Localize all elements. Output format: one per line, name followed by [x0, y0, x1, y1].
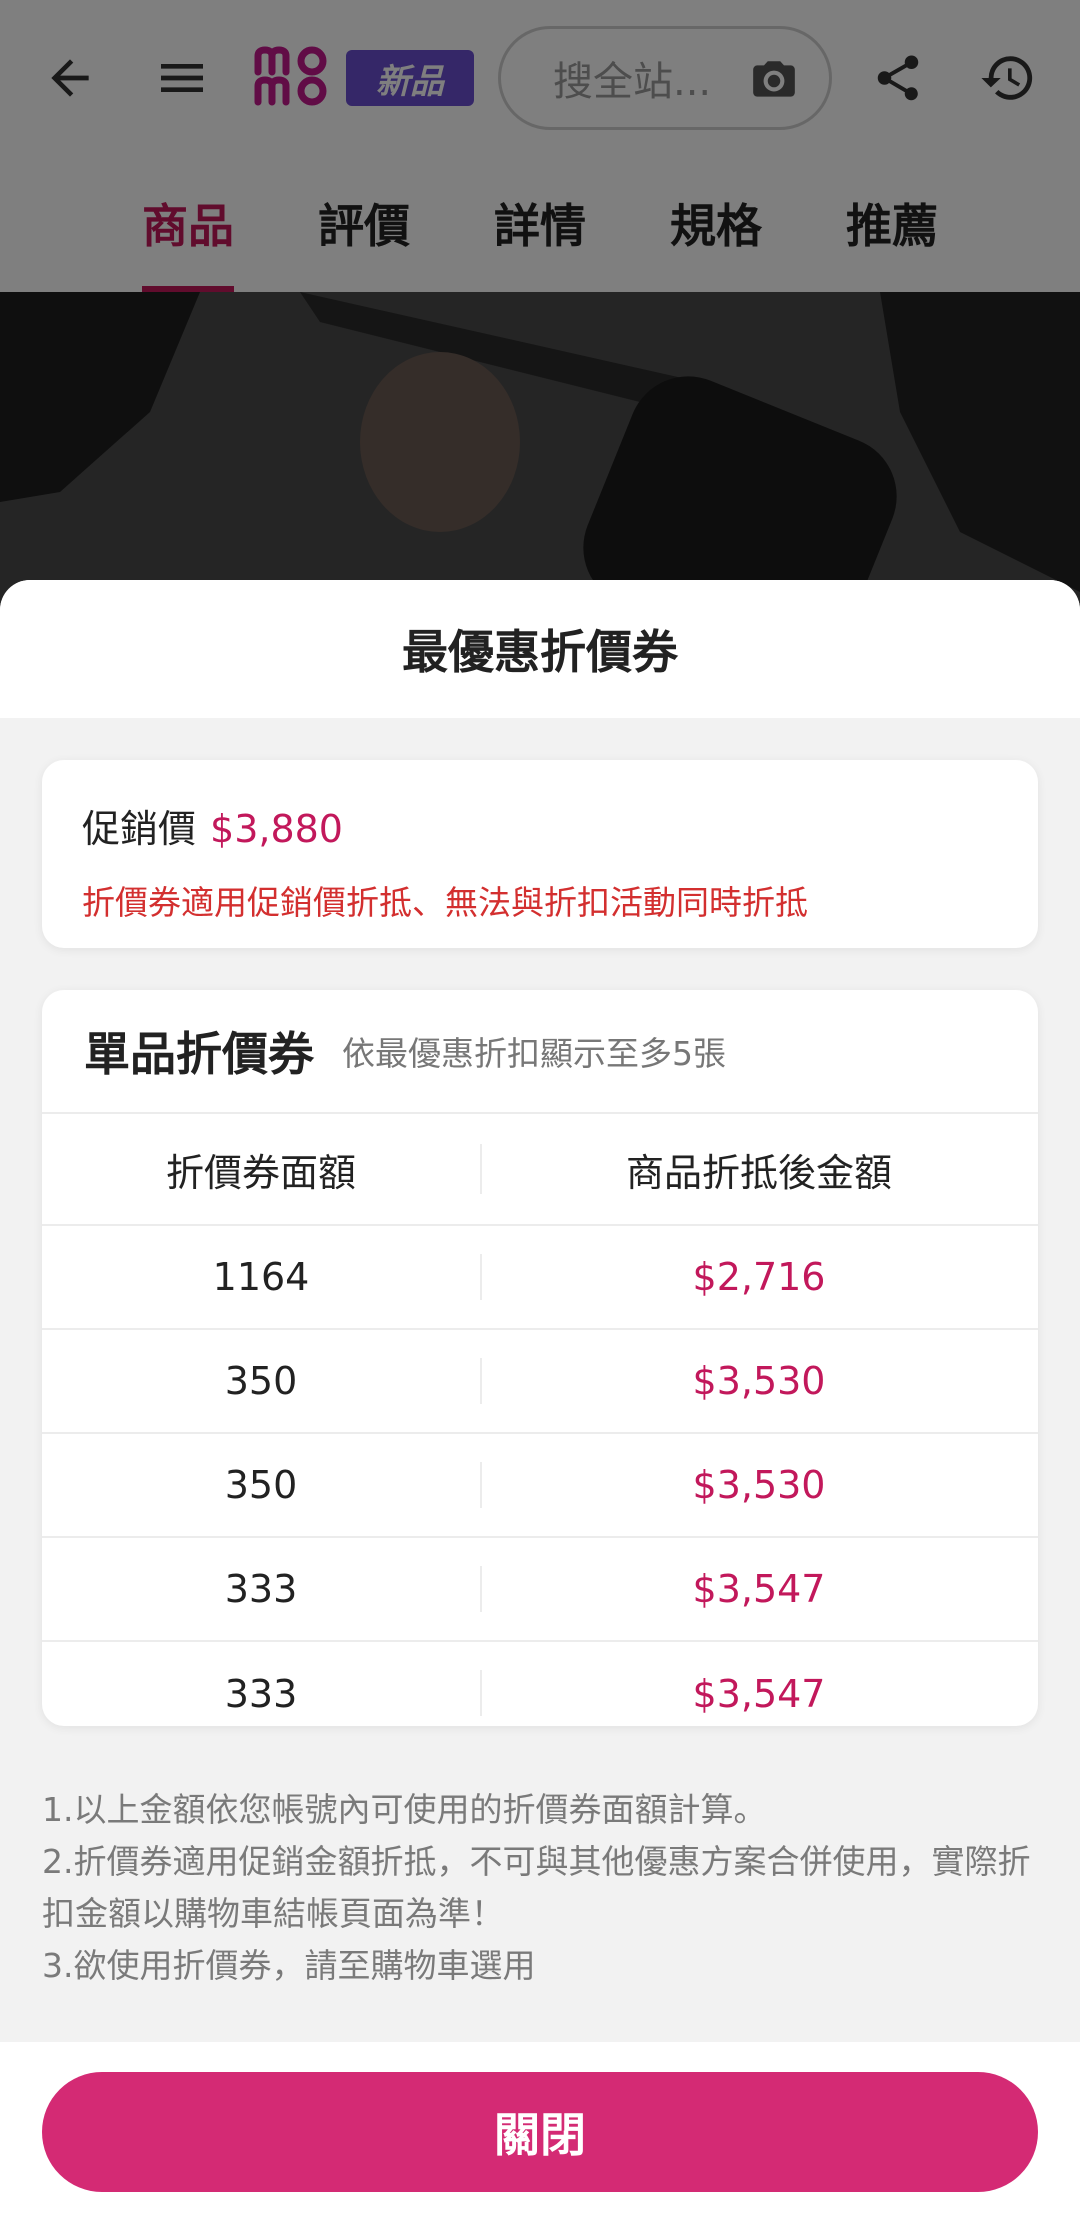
coupon-table-card: 單品折價券 依最優惠折扣顯示至多5張 折價券面額 商品折抵後金額 1164 $2…: [42, 990, 1038, 1726]
promo-price-value: $3,880: [210, 807, 343, 851]
note-line: 3.欲使用折價券，請至購物車選用: [42, 1946, 536, 1985]
table-row: 350 $3,530: [42, 1434, 1038, 1538]
table-row: 333 $3,547: [42, 1642, 1038, 1726]
promo-note: 折價券適用促銷價折抵、無法與折扣活動同時折抵: [82, 883, 808, 922]
price-after-coupon: $2,716: [692, 1255, 826, 1299]
coupon-column-headers: 折價券面額 商品折抵後金額: [42, 1114, 1038, 1226]
table-row: 350 $3,530: [42, 1330, 1038, 1434]
column-header-after: 商品折抵後金額: [625, 1150, 892, 1195]
coupon-amount: 1164: [212, 1255, 310, 1299]
price-after-coupon: $3,530: [692, 1359, 826, 1403]
coupon-notes: 1.以上金額依您帳號內可使用的折價券面額計算。 2.折價券適用促銷金額折抵，不可…: [42, 1784, 1032, 1992]
sheet-title: 最優惠折價券: [402, 625, 678, 679]
sheet-header: 最優惠折價券: [0, 580, 1080, 718]
table-row: 333 $3,547: [42, 1538, 1038, 1642]
price-after-coupon: $3,530: [692, 1463, 826, 1507]
promo-price-card: 促銷價 $3,880 折價券適用促銷價折抵、無法與折扣活動同時折抵: [42, 760, 1038, 948]
note-line: 1.以上金額依您帳號內可使用的折價券面額計算。: [42, 1790, 767, 1829]
coupon-table-header: 單品折價券 依最優惠折扣顯示至多5張: [42, 990, 1038, 1114]
coupon-subtitle: 依最優惠折扣顯示至多5張: [342, 1034, 726, 1073]
coupon-sheet: 最優惠折價券 促銷價 $3,880 折價券適用促銷價折抵、無法與折扣活動同時折抵…: [0, 580, 1080, 2220]
coupon-title: 單品折價券: [84, 1027, 314, 1081]
close-button[interactable]: 關閉: [42, 2072, 1038, 2192]
coupon-amount: 350: [224, 1359, 298, 1403]
price-after-coupon: $3,547: [692, 1672, 826, 1716]
coupon-amount: 333: [224, 1567, 298, 1611]
sheet-footer: 關閉: [0, 2042, 1080, 2220]
note-line: 2.折價券適用促銷金額折抵，不可與其他優惠方案合併使用，實際折扣金額以購物車結帳…: [42, 1842, 1031, 1933]
coupon-amount: 350: [224, 1463, 298, 1507]
coupon-amount: 333: [224, 1672, 298, 1716]
table-row: 1164 $2,716: [42, 1226, 1038, 1330]
promo-price-label: 促銷價: [82, 807, 197, 851]
column-header-amount: 折價券面額: [165, 1150, 356, 1195]
promo-price-row: 促銷價 $3,880: [82, 798, 343, 853]
price-after-coupon: $3,547: [692, 1567, 826, 1611]
